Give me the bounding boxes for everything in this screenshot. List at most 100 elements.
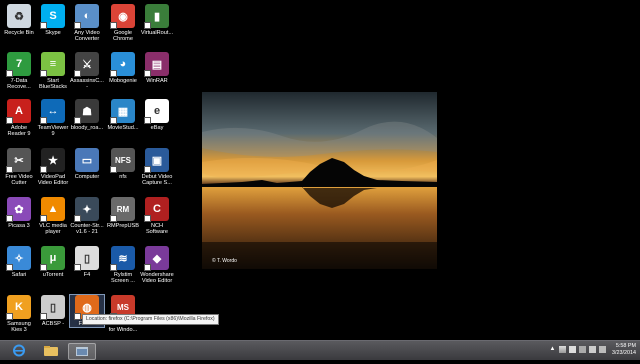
taskbar-internet-explorer-button[interactable] [6,343,32,358]
desktop-shortcut[interactable]: K Samsung Kies 3 [2,295,36,333]
shortcut-arrow-icon [144,215,151,222]
shortcut-arrow-icon [74,70,81,77]
desktop-shortcut[interactable]: ▯ F4 [70,246,104,278]
network-icon[interactable] [559,346,566,353]
desktop-shortcut[interactable]: ✦ Counter-Str... v1.6 - 21 [70,197,104,235]
desktop-shortcut[interactable]: S Skype [36,4,70,36]
recycle-bin-icon: ♻ [7,4,31,28]
file-explorer-icon [44,346,58,356]
desktop-shortcut[interactable]: ≡ Start BlueStacks [36,52,70,90]
desktop-shortcut[interactable]: ▲ VLC media player [36,197,70,235]
virtual-router-icon: ▮ [144,4,169,29]
desktop-shortcut[interactable]: ↔ TeamViewer 9 [36,99,70,137]
shortcut-arrow-icon [40,215,47,222]
desktop-shortcut[interactable]: ♻ Recycle Bin [2,4,36,36]
flag-icon[interactable] [569,346,576,353]
shortcut-arrow-icon [144,117,151,124]
shortcut-arrow-icon [110,166,117,173]
desktop-shortcut[interactable]: RM RMPrepUSB [106,197,140,229]
desktop-shortcut[interactable]: ▮ VirtualRout... [140,4,174,36]
desktop-shortcut[interactable]: ⚔ AssassinsC... - [70,52,104,90]
shortcut-arrow-icon [110,22,117,29]
taskbar-clock[interactable]: 5:58 PM 3/23/2014 [612,343,636,357]
desktop-shortcut[interactable]: 7 7-Data Recove... [2,52,36,90]
shortcut-arrow-icon [144,166,151,173]
desktop-shortcut-label: Safari [11,272,27,278]
desktop-shortcut-label: Samsung Kies 3 [7,321,31,333]
up-arrow-icon[interactable]: ▲ [549,346,556,353]
desktop-shortcut[interactable]: NFS nfs [106,148,140,180]
desktop-shortcut-label: WinRAR [146,78,168,84]
shortcut-arrow-icon [40,70,47,77]
teamviewer-icon: ↔ [40,99,65,124]
desktop-shortcut[interactable]: ◐ Any Video Converter [70,4,104,42]
desktop-shortcut-label: Computer [74,174,100,180]
desktop-shortcut-label: uTorrent [42,272,64,278]
rmprepusb-icon: RM [110,197,135,222]
desktop-shortcut[interactable]: ▤ WinRAR [140,52,174,84]
desktop-shortcut-label: VirtualRout... [140,30,174,36]
shortcut-arrow-icon [6,70,13,77]
desktop-shortcut[interactable]: ≋ Rylstim Screen ... [106,246,140,284]
shortcut-arrow-icon [110,215,117,222]
wondershare-icon: ◆ [144,246,169,271]
desktop-shortcut-label: Skype [45,30,61,36]
desktop-shortcut-label: nfs [119,174,127,180]
keyboard-icon[interactable] [599,346,606,353]
desktop[interactable]: ♻ Recycle Bin S Skype ◐ Any Video Converter ◉ G… [0,0,640,340]
nfs-icon: NFS [110,148,135,173]
shortcut-arrow-icon [74,313,81,320]
desktop-shortcut[interactable]: ▯ ACBSP - [36,295,70,327]
desktop-shortcut-label: Any Video Converter [74,30,100,42]
assassins-creed-icon: ⚔ [74,52,99,77]
desktop-shortcut[interactable]: ◆ Wondershare Video Editor [140,246,174,284]
volume-icon[interactable] [589,346,596,353]
desktop-shortcut[interactable]: ◕ Mobogenie [106,52,140,84]
desktop-shortcut[interactable]: ▦ MovieStud... [106,99,140,131]
shortcut-arrow-icon [74,117,81,124]
desktop-shortcut[interactable]: ☗ bloody_roa... [70,99,104,131]
shortcut-arrow-icon [6,264,13,271]
counter-strike-icon: ✦ [74,197,99,222]
desktop-shortcut-label: NCH Software [145,223,169,235]
desktop-shortcut[interactable]: ✂ Free Video Cutter [2,148,36,186]
desktop-shortcut[interactable]: ✿ Picasa 3 [2,197,36,229]
safari-icon: ✧ [6,246,31,271]
desktop-shortcut-label: bloody_roa... [70,125,104,131]
desktop-shortcut[interactable]: ★ VideoPad Video Editor [36,148,70,186]
desktop-shortcut-label: Counter-Str... v1.6 - 21 [70,223,104,235]
wallpaper-image [202,92,437,269]
shortcut-arrow-icon [110,117,117,124]
vlc-icon: ▲ [40,197,65,222]
rylstim-icon: ≋ [110,246,135,271]
shortcut-arrow-icon [74,215,81,222]
battery-icon[interactable] [579,346,586,353]
desktop-shortcut[interactable]: ✧ Safari [2,246,36,278]
desktop-shortcut[interactable]: ▣ Debut Video Capture S... [140,148,174,186]
active-window-icon [76,347,88,356]
acbsp-icon: ▯ [40,295,65,320]
movie-studio-icon: ▦ [110,99,135,124]
desktop-shortcut[interactable]: A Adobe Reader 9 [2,99,36,137]
winrar-icon: ▤ [144,52,169,77]
shortcut-arrow-icon [6,313,13,320]
taskbar-active-window-button[interactable] [68,343,96,360]
shortcut-arrow-icon [144,70,151,77]
taskbar: ▲ 5:58 PM 3/23/2014 [0,340,640,360]
bloody-roar-icon: ☗ [74,99,99,124]
desktop-shortcut-label: 7-Data Recove... [7,78,31,90]
shortcut-arrow-icon [110,70,117,77]
shortcut-arrow-icon [110,264,117,271]
desktop-shortcut[interactable]: e eBay [140,99,174,131]
shortcut-arrow-icon [74,22,81,29]
desktop-shortcut-label: Wondershare Video Editor [140,272,174,284]
taskbar-file-explorer-button[interactable] [38,343,64,358]
desktop-shortcut-label: Recycle Bin [4,30,34,36]
shortcut-arrow-icon [6,166,13,173]
desktop-shortcut[interactable]: ◉ Google Chrome [106,4,140,42]
desktop-shortcut-label: Free Video Cutter [5,174,33,186]
desktop-shortcut[interactable]: C NCH Software [140,197,174,235]
desktop-shortcut-label: VideoPad Video Editor [37,174,69,186]
desktop-shortcut[interactable]: μ uTorrent [36,246,70,278]
desktop-shortcut[interactable]: ▭ Computer [70,148,104,180]
